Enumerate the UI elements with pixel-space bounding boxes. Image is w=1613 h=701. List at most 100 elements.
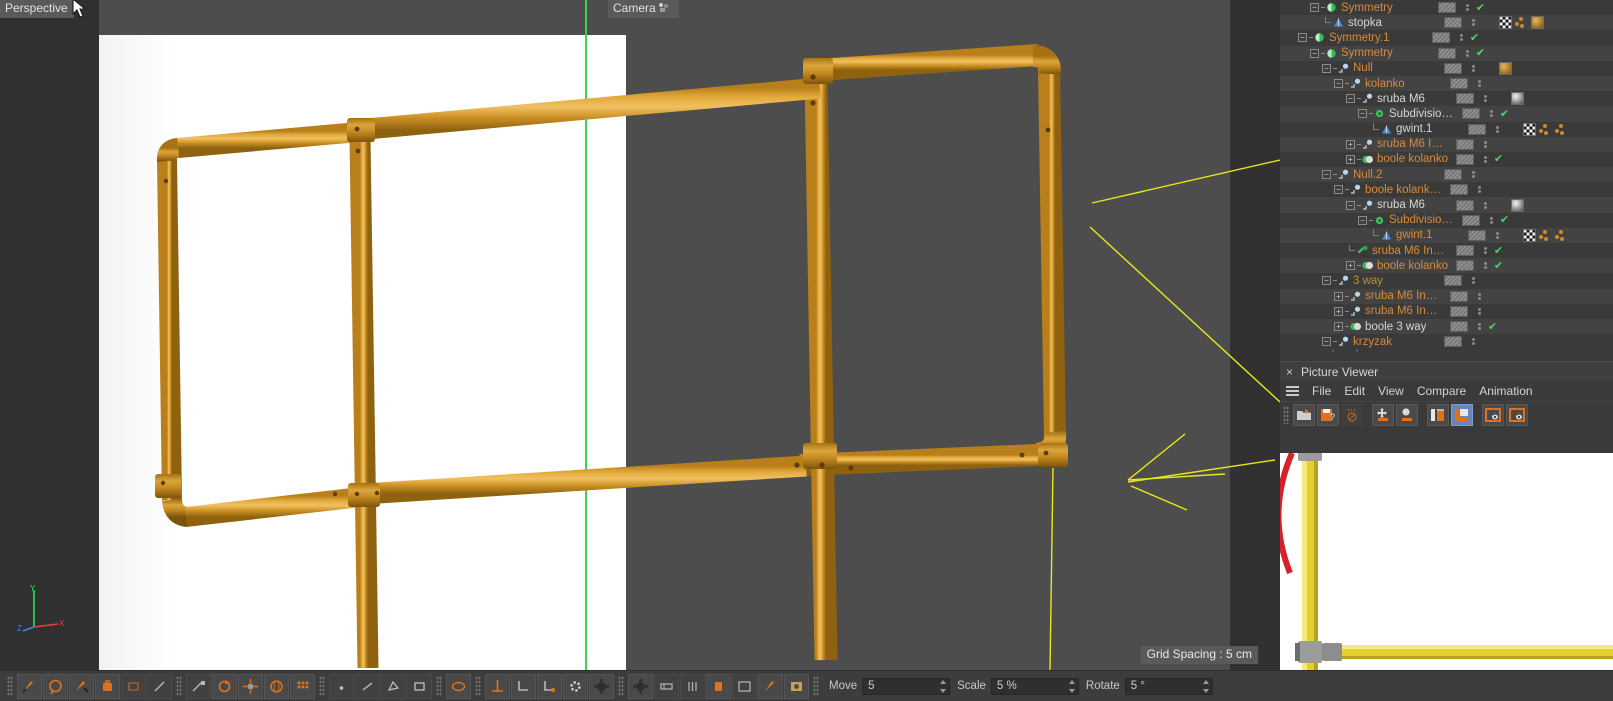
render-visibility-dot[interactable]: [1478, 190, 1481, 194]
visibility-dots[interactable]: [1469, 277, 1479, 285]
editor-visibility-dot[interactable]: [1490, 110, 1493, 114]
workplane-icon[interactable]: [628, 673, 653, 699]
editor-visibility-dot[interactable]: [1472, 171, 1475, 175]
visibility-dots[interactable]: [1475, 307, 1485, 315]
editor-visibility-dot[interactable]: [1466, 4, 1469, 8]
visibility-dots[interactable]: [1463, 49, 1473, 57]
material-tag-column[interactable]: [1495, 16, 1613, 30]
editor-visibility-dot[interactable]: [1484, 201, 1487, 205]
render-settings-icon[interactable]: [758, 673, 783, 699]
hatch-tag-icon[interactable]: [1437, 2, 1456, 14]
object-tag-column[interactable]: [1455, 214, 1487, 226]
object-tree-row[interactable]: − krzyzak: [1280, 334, 1613, 350]
world-coord-icon[interactable]: [537, 673, 562, 699]
render-visibility-dot[interactable]: [1484, 205, 1487, 209]
move-field[interactable]: 5: [862, 677, 951, 695]
enable-checkmark[interactable]: ✔: [1491, 245, 1507, 256]
visibility-dots[interactable]: [1475, 292, 1485, 300]
menu-animation[interactable]: Animation: [1479, 384, 1532, 398]
object-tag-column[interactable]: [1437, 275, 1469, 287]
editor-visibility-dot[interactable]: [1478, 186, 1481, 190]
render-visibility-dot[interactable]: [1472, 68, 1475, 72]
hatch-tag-icon[interactable]: [1431, 32, 1450, 44]
hatch-tag-icon[interactable]: [1437, 47, 1456, 59]
visibility-dots[interactable]: [1475, 323, 1485, 331]
render-visibility-dot[interactable]: [1490, 220, 1493, 224]
object-tag-column[interactable]: [1449, 260, 1481, 272]
material-tag-column[interactable]: [1507, 198, 1613, 212]
bottom-grip-4[interactable]: [436, 676, 442, 696]
visibility-dots[interactable]: [1487, 216, 1497, 224]
enable-checkmark[interactable]: ✔: [1491, 260, 1507, 271]
collapse-toggle[interactable]: −: [1322, 63, 1331, 73]
hatch-tag-icon[interactable]: [1449, 321, 1468, 333]
render-visibility-dot[interactable]: [1466, 8, 1469, 12]
object-tag-column[interactable]: [1437, 336, 1469, 348]
preview-a-icon[interactable]: [1482, 403, 1504, 426]
hatch-tag-icon[interactable]: [1461, 108, 1480, 120]
editor-visibility-dot[interactable]: [1472, 64, 1475, 68]
visibility-dots[interactable]: [1481, 262, 1491, 270]
material-tag-column[interactable]: [1519, 228, 1613, 242]
render-picture-icon[interactable]: [784, 673, 809, 699]
bottom-tool-group-6[interactable]: [628, 673, 809, 699]
editor-visibility-dot[interactable]: [1478, 80, 1481, 84]
material-tag-column[interactable]: [1519, 122, 1613, 136]
visibility-dots[interactable]: [1469, 64, 1479, 72]
material-tag-gold[interactable]: [1498, 61, 1512, 75]
editor-visibility-dot[interactable]: [1484, 155, 1487, 159]
visibility-dots[interactable]: [1493, 231, 1503, 239]
picture-viewer-menubar[interactable]: File Edit View Compare Animation: [1280, 381, 1613, 401]
editor-visibility-dot[interactable]: [1472, 338, 1475, 342]
visibility-dots[interactable]: [1475, 186, 1485, 194]
object-tree-row[interactable]: − sruba M6: [1280, 91, 1613, 107]
lasso-selection-icon[interactable]: [43, 673, 68, 699]
object-tree-row[interactable]: gwint.1: [1280, 121, 1613, 137]
hatch-tag-icon[interactable]: [1455, 93, 1474, 105]
hatch-tag-icon[interactable]: [1443, 275, 1462, 287]
collapse-toggle[interactable]: −: [1346, 200, 1355, 210]
render-visibility-dot[interactable]: [1496, 129, 1499, 133]
rotate-tool-icon[interactable]: [212, 673, 237, 699]
picture-viewer-panel[interactable]: × Picture Viewer File Edit View Compare …: [1280, 361, 1613, 701]
render-visibility-dot[interactable]: [1472, 23, 1475, 27]
visibility-dots[interactable]: [1481, 201, 1491, 209]
enable-checkmark[interactable]: ✔: [1497, 215, 1513, 226]
scale-field[interactable]: 5 %: [990, 677, 1079, 695]
material-tag-dots-2[interactable]: [1554, 123, 1568, 136]
menu-compare[interactable]: Compare: [1417, 384, 1466, 398]
object-tag-column[interactable]: [1461, 123, 1493, 135]
material-tag-checker[interactable]: [1522, 122, 1536, 136]
collapse-toggle[interactable]: −: [1358, 109, 1367, 119]
collapse-toggle[interactable]: −: [1334, 79, 1343, 89]
object-manager-panel[interactable]: − Symmetry ✔ stopka − Symmetry.1 ✔ − Symmetry ✔ − N…: [1280, 0, 1613, 361]
enable-checkmark[interactable]: ✔: [1485, 321, 1501, 332]
visibility-dots[interactable]: [1487, 110, 1497, 118]
move-to-icon[interactable]: [1372, 403, 1394, 426]
bottom-tool-group-5[interactable]: [485, 673, 614, 699]
enable-checkmark[interactable]: ✔: [1473, 48, 1489, 59]
object-tag-column[interactable]: [1449, 245, 1481, 257]
object-tree-row[interactable]: + boole 3 way ✔: [1280, 318, 1613, 335]
object-tag-column[interactable]: [1431, 47, 1463, 59]
object-tag-column[interactable]: [1461, 229, 1493, 241]
menu-file[interactable]: File: [1312, 384, 1331, 398]
expand-toggle[interactable]: +: [1334, 306, 1343, 316]
axis-tool-icon[interactable]: [238, 673, 263, 699]
render-visibility-dot[interactable]: [1490, 114, 1493, 118]
enable-checkmark[interactable]: ✔: [1491, 154, 1507, 165]
expand-toggle[interactable]: +: [1334, 322, 1343, 332]
editor-visibility-dot[interactable]: [1472, 277, 1475, 281]
expand-toggle[interactable]: +: [1346, 261, 1355, 271]
object-tag-column[interactable]: [1431, 2, 1463, 14]
hatch-tag-icon[interactable]: [1455, 245, 1474, 257]
editor-visibility-dot[interactable]: [1490, 216, 1493, 220]
collapse-toggle[interactable]: −: [1346, 94, 1355, 104]
visibility-dots[interactable]: [1481, 247, 1491, 255]
visibility-dots[interactable]: [1481, 140, 1491, 148]
render-visibility-dot[interactable]: [1484, 159, 1487, 163]
collapse-toggle[interactable]: −: [1334, 185, 1343, 195]
save-image-icon[interactable]: ?: [1317, 403, 1339, 426]
toolbar-grip[interactable]: [1283, 405, 1289, 424]
bottom-tool-group-3[interactable]: [329, 673, 432, 699]
